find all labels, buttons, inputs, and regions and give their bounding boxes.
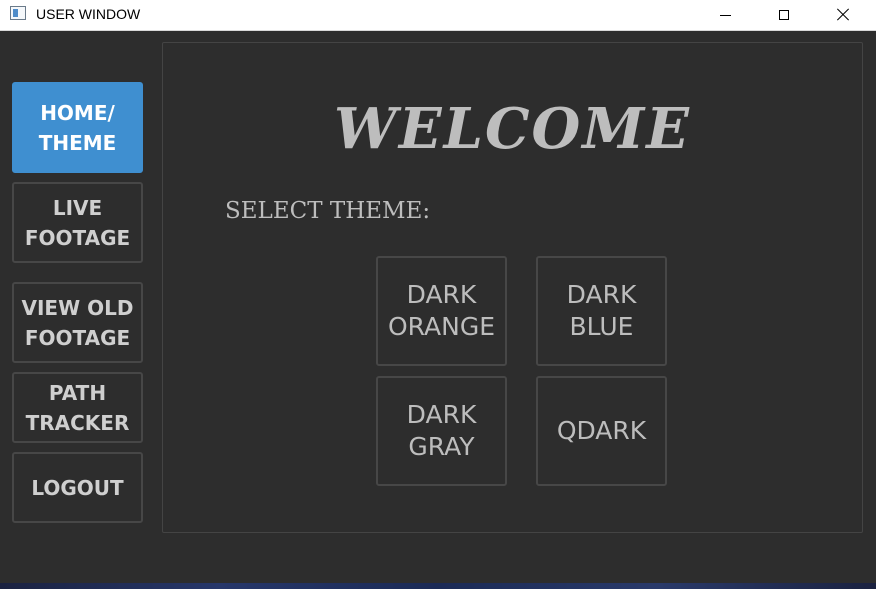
sidebar-item-home-theme[interactable]: HOME/ THEME	[12, 82, 143, 173]
sidebar-item-logout[interactable]: LOGOUT	[12, 452, 143, 523]
minimize-icon	[719, 14, 731, 16]
desktop-background	[0, 583, 876, 589]
maximize-button[interactable]	[755, 0, 813, 30]
maximize-icon	[779, 10, 789, 20]
theme-dark-blue-button[interactable]: DARK BLUE	[536, 256, 667, 366]
close-icon	[837, 9, 849, 21]
theme-dark-gray-button[interactable]: DARK GRAY	[376, 376, 507, 486]
user-window: USER WINDOW HOME/ THEME LIVE FOOTAGE VIE…	[0, 0, 876, 583]
window-title: USER WINDOW	[36, 6, 141, 22]
sidebar-item-live-footage[interactable]: LIVE FOOTAGE	[12, 182, 143, 263]
app-window-icon	[10, 6, 26, 20]
sidebar-item-path-tracker[interactable]: PATH TRACKER	[12, 372, 143, 443]
minimize-button[interactable]	[696, 0, 754, 30]
select-theme-label: SELECT THEME:	[225, 198, 431, 224]
theme-dark-orange-button[interactable]: DARK ORANGE	[376, 256, 507, 366]
sidebar-item-view-old-footage[interactable]: VIEW OLD FOOTAGE	[12, 282, 143, 363]
theme-qdark-button[interactable]: QDARK	[536, 376, 667, 486]
close-button[interactable]	[814, 0, 872, 30]
title-bar: USER WINDOW	[0, 0, 876, 31]
welcome-heading: WELCOME	[334, 96, 691, 162]
